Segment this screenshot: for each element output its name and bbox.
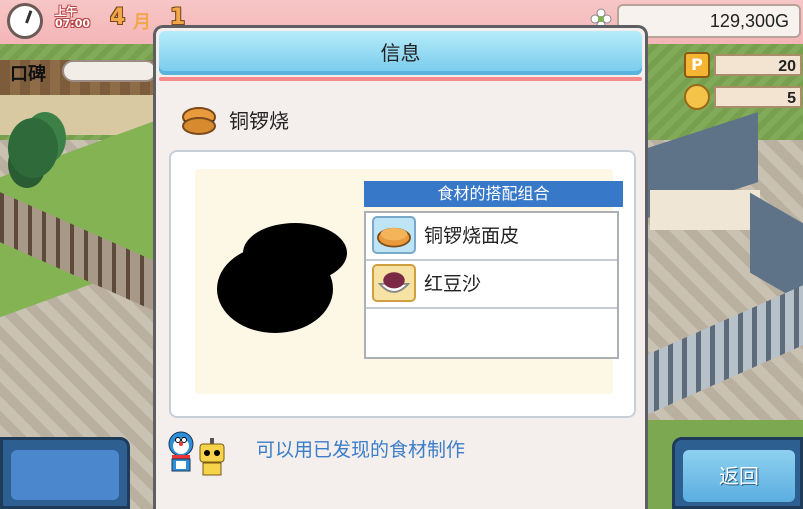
ingredient-row-2: 红豆沙 — [366, 261, 617, 309]
combo-header: 食材的搭配组合 — [364, 181, 623, 207]
month-label: 月 — [133, 12, 151, 33]
pancake-icon — [372, 216, 416, 254]
ingredient-name-2: 红豆沙 — [424, 273, 482, 295]
robot-character-icon — [199, 438, 225, 476]
stat-medal-row: 5 — [684, 84, 802, 110]
p-points-icon: P — [684, 52, 710, 78]
dorayaki-icon — [182, 107, 216, 135]
dialog-title: 信息 — [380, 41, 421, 65]
ingredient-combo-box: 食材的搭配组合 铜锣烧面皮 红豆沙 — [351, 178, 623, 359]
ingredient-list: 铜锣烧面皮 红豆沙 — [364, 211, 619, 359]
hint-text: 可以用已发现的食材制作 — [256, 439, 466, 461]
clock-icon — [7, 3, 43, 39]
info-dialog: 信息 铜锣烧 食材的搭配组合 铜锣烧面皮 红豆沙 可以用已发现的食材制作 — [153, 25, 648, 509]
reputation-label: 口碑 — [10, 64, 46, 85]
time-label: 07:00 — [55, 17, 91, 30]
header-underline — [159, 77, 642, 81]
bottom-left-button[interactable] — [0, 437, 130, 509]
stat-p-bar: 20 — [714, 54, 802, 76]
item-name: 铜锣烧 — [229, 109, 289, 133]
back-button[interactable]: 返回 — [683, 450, 795, 502]
ingredient-row-1: 铜锣烧面皮 — [366, 213, 617, 261]
red-bean-bowl-icon — [372, 264, 416, 302]
building-wall-right — [650, 190, 760, 230]
undiscovered-silhouette — [217, 223, 347, 333]
doraemon-character-icon — [168, 431, 194, 472]
stat-medal-value: 5 — [787, 90, 796, 107]
back-button-frame: 返回 — [672, 437, 803, 509]
stat-p-row: P 20 — [684, 52, 802, 78]
dialog-header: 信息 — [159, 31, 642, 75]
time-display: 上午 07:00 — [55, 6, 99, 30]
bottom-left-button-face[interactable] — [11, 450, 119, 500]
reputation-bar — [62, 60, 157, 82]
month-number: 4 — [110, 5, 126, 30]
pine-tree — [8, 118, 58, 178]
stat-p-value: 20 — [778, 58, 796, 75]
ingredient-row-3 — [366, 309, 617, 357]
stat-medal-bar: 5 — [714, 86, 802, 108]
medal-icon — [684, 84, 710, 110]
ingredient-name-1: 铜锣烧面皮 — [424, 225, 520, 247]
